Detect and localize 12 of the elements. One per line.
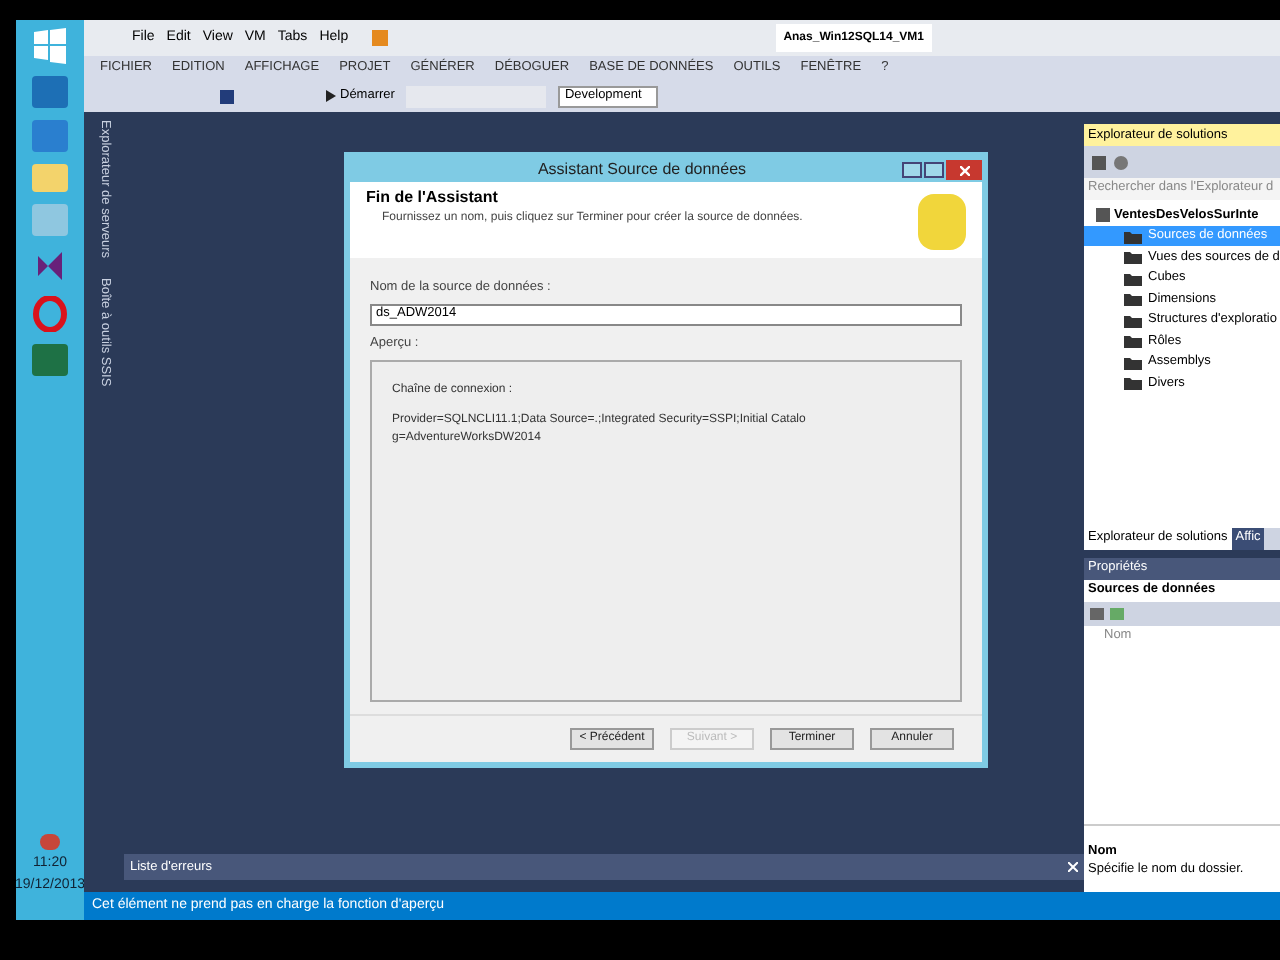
maximize-icon[interactable] xyxy=(924,162,944,178)
minimize-icon[interactable] xyxy=(902,162,922,178)
dialog-title: Assistant Source de données xyxy=(535,158,749,182)
windows-logo-icon[interactable] xyxy=(32,28,68,64)
play-icon xyxy=(326,90,336,102)
close-icon xyxy=(959,165,969,175)
close-button[interactable] xyxy=(946,160,982,180)
save-icon[interactable] xyxy=(220,89,234,103)
close-icon[interactable] xyxy=(1068,862,1078,872)
visual-studio-icon[interactable] xyxy=(32,248,68,284)
wizard-heading: Fin de l'Assistant xyxy=(366,186,500,210)
ring-browser-icon[interactable] xyxy=(32,296,68,332)
